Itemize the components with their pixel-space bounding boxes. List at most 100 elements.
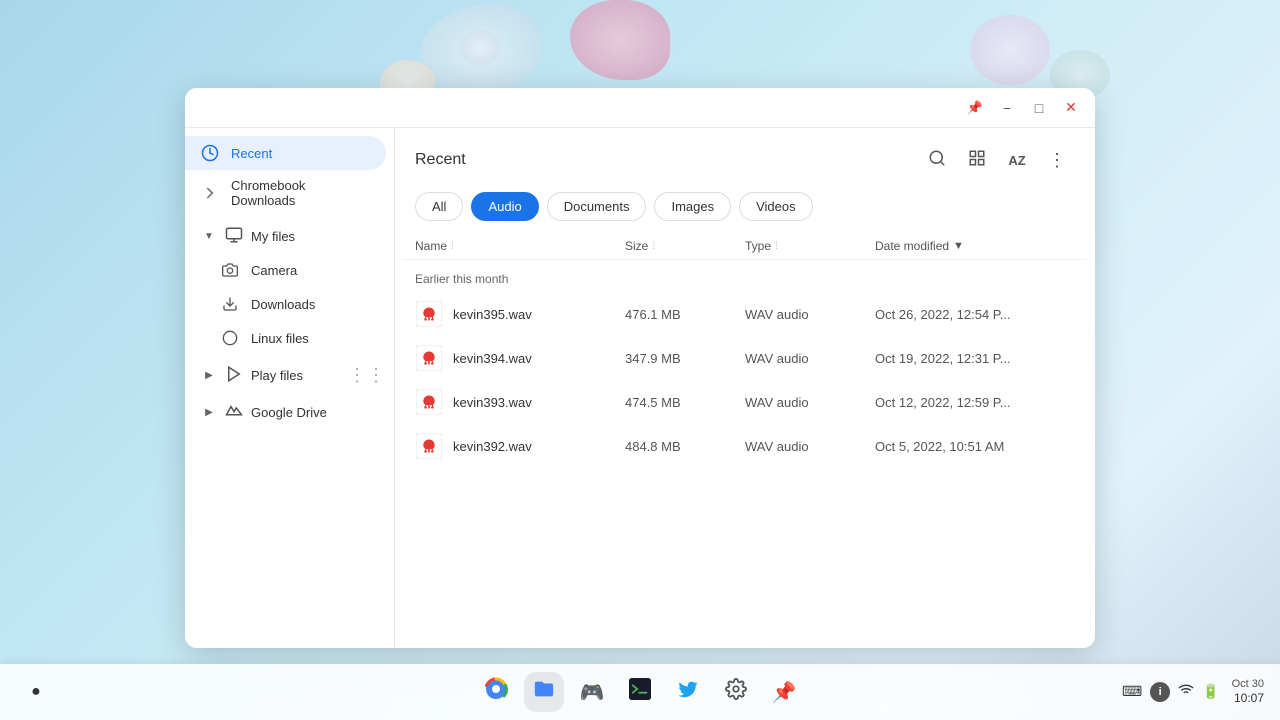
desktop: 📌 − □ ✕	[0, 0, 1280, 720]
close-button[interactable]: ✕	[1059, 96, 1083, 120]
taskbar-terminal[interactable]	[620, 672, 660, 712]
search-button[interactable]	[919, 142, 955, 178]
file-row-3[interactable]: kevin393.wav 474.5 MB WAV audio Oct 12, …	[403, 380, 1087, 424]
sidebar-parent-my-files[interactable]: ▼ My files	[185, 220, 394, 253]
battery-icon[interactable]: 🔋	[1202, 683, 1219, 700]
taskbar-time: 10:07	[1232, 691, 1264, 707]
taskbar-clipboard[interactable]: 📌	[764, 672, 804, 712]
file-row-4[interactable]: kevin392.wav 484.8 MB WAV audio Oct 5, 2…	[403, 424, 1087, 468]
section-label-earlier: Earlier this month	[403, 260, 1087, 292]
filter-audio[interactable]: Audio	[471, 192, 538, 221]
search-icon	[928, 149, 946, 172]
system-tray: ⌨ i 🔋	[1122, 682, 1220, 702]
file-size-3: 474.5 MB	[625, 395, 745, 410]
computer-icon	[225, 226, 243, 247]
tray-keyboard-icon[interactable]: ⌨	[1122, 683, 1142, 700]
file-row-1[interactable]: kevin395.wav 476.1 MB WAV audio Oct 26, …	[403, 292, 1087, 336]
my-files-expand-icon: ▼	[201, 229, 217, 245]
date-col-label: Date modified	[875, 239, 949, 253]
taskbar: ●	[0, 664, 1280, 720]
file-name-cell-3: kevin393.wav	[415, 388, 625, 416]
size-col-label: Size	[625, 239, 648, 253]
file-type-2: WAV audio	[745, 351, 875, 366]
taskbar-clock[interactable]: Oct 30 10:07	[1232, 677, 1264, 707]
content-header: Recent	[395, 128, 1095, 188]
taskbar-left: ●	[16, 672, 56, 712]
maximize-icon: □	[1035, 100, 1043, 116]
audio-file-icon-1	[415, 300, 443, 328]
sidebar-item-camera[interactable]: Camera	[185, 253, 386, 287]
file-list: Name ⁞ Size ⁞ Type ⁞ Date modified	[395, 233, 1095, 648]
list-header: Name ⁞ Size ⁞ Type ⁞ Date modified	[403, 233, 1087, 260]
arrow-right-icon	[201, 184, 219, 202]
decor-blob-3	[970, 15, 1050, 85]
taskbar-twitter[interactable]	[668, 672, 708, 712]
settings-icon	[725, 678, 747, 706]
file-date-2: Oct 19, 2022, 12:31 P...	[875, 351, 1075, 366]
minimize-icon: −	[1003, 100, 1011, 116]
file-type-3: WAV audio	[745, 395, 875, 410]
launcher-button[interactable]: ●	[16, 672, 56, 712]
tray-info-icon[interactable]: i	[1150, 682, 1170, 702]
taskbar-steam[interactable]: 🎮	[572, 672, 612, 712]
file-date-4: Oct 5, 2022, 10:51 AM	[875, 439, 1075, 454]
sidebar-section-play-files: ▶ Play files ⋮⋮	[185, 359, 394, 392]
files-icon	[533, 678, 555, 706]
taskbar-files[interactable]	[524, 672, 564, 712]
play-icon	[225, 365, 243, 386]
more-icon: ⋮	[1048, 150, 1066, 171]
type-col-drag: ⁞	[775, 241, 778, 252]
sidebar-item-recent[interactable]: Recent	[185, 136, 386, 170]
taskbar-settings[interactable]	[716, 672, 756, 712]
filter-all[interactable]: All	[415, 192, 463, 221]
sidebar-section-google-drive: ▶ Google Drive	[185, 396, 394, 429]
file-name-4: kevin392.wav	[453, 439, 532, 454]
camera-icon	[221, 261, 239, 279]
name-col-drag: ⁞	[451, 241, 454, 252]
grid-view-button[interactable]	[959, 142, 995, 178]
sort-button[interactable]: AZ	[999, 142, 1035, 178]
sidebar-chromebook-label: Chromebook Downloads	[231, 178, 370, 208]
pin-icon: 📌	[967, 100, 983, 116]
sidebar-item-chromebook-downloads[interactable]: Chromebook Downloads	[185, 170, 386, 216]
audio-file-icon-2	[415, 344, 443, 372]
window-body: Recent Chromebook Downloads ▼	[185, 128, 1095, 648]
type-col-label: Type	[745, 239, 771, 253]
sidebar-recent-label: Recent	[231, 146, 272, 161]
col-header-name[interactable]: Name ⁞	[415, 239, 625, 253]
sidebar-item-downloads[interactable]: Downloads	[185, 287, 386, 321]
steam-icon: 🎮	[580, 680, 605, 705]
taskbar-right: ⌨ i 🔋 Oct 30 10:07	[1122, 677, 1264, 707]
minimize-button[interactable]: −	[995, 96, 1019, 120]
audio-file-icon-4	[415, 432, 443, 460]
file-type-4: WAV audio	[745, 439, 875, 454]
sidebar-parent-google-drive[interactable]: ▶ Google Drive	[185, 396, 394, 429]
wifi-icon[interactable]	[1178, 682, 1194, 701]
sidebar-parent-play-files[interactable]: ▶ Play files ⋮⋮	[185, 359, 394, 392]
taskbar-apps: 🎮	[476, 672, 804, 712]
sort-arrow-icon: ▼	[953, 240, 964, 252]
pin-button[interactable]: 📌	[963, 96, 987, 120]
sidebar-item-linux-files[interactable]: Linux files	[185, 321, 386, 355]
launcher-icon: ●	[31, 683, 41, 701]
clock-icon	[201, 144, 219, 162]
filter-images[interactable]: Images	[654, 192, 731, 221]
col-header-date[interactable]: Date modified ▼	[875, 239, 1075, 253]
taskbar-chrome[interactable]	[476, 672, 516, 712]
file-manager-window: 📌 − □ ✕	[185, 88, 1095, 648]
filter-videos[interactable]: Videos	[739, 192, 813, 221]
google-drive-label: Google Drive	[251, 405, 327, 420]
header-actions: AZ ⋮	[919, 142, 1075, 178]
maximize-button[interactable]: □	[1027, 96, 1051, 120]
filter-documents[interactable]: Documents	[547, 192, 647, 221]
sort-icon: AZ	[1008, 153, 1025, 168]
size-col-drag: ⁞	[652, 241, 655, 252]
content-title: Recent	[415, 151, 466, 169]
more-options-button[interactable]: ⋮	[1039, 142, 1075, 178]
filter-tabs: All Audio Documents Images Videos	[395, 188, 1095, 233]
file-row-2[interactable]: kevin394.wav 347.9 MB WAV audio Oct 19, …	[403, 336, 1087, 380]
col-header-size[interactable]: Size ⁞	[625, 239, 745, 253]
close-icon: ✕	[1065, 99, 1077, 116]
clipboard-icon: 📌	[772, 680, 797, 705]
col-header-type[interactable]: Type ⁞	[745, 239, 875, 253]
